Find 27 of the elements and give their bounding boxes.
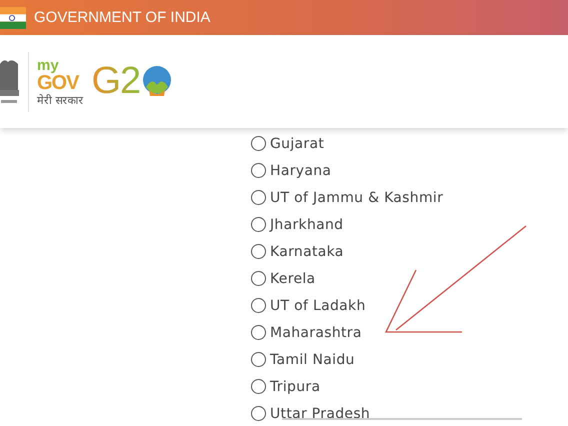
flag-icon bbox=[0, 6, 26, 28]
radio-button[interactable] bbox=[251, 163, 266, 178]
state-option[interactable]: UT of Ladakh bbox=[270, 298, 366, 314]
logo-text: GOV bbox=[37, 72, 80, 92]
state-option[interactable]: UT of Jammu & Kashmir bbox=[270, 190, 444, 206]
logo-tagline: मेरी सरकार bbox=[37, 94, 84, 106]
radio-button[interactable] bbox=[251, 352, 266, 367]
state-option[interactable]: Tamil Naidu bbox=[270, 352, 355, 368]
logo-text: my bbox=[37, 58, 59, 72]
radio-button[interactable] bbox=[251, 406, 266, 421]
state-option[interactable]: Karnataka bbox=[270, 244, 344, 260]
radio-button[interactable] bbox=[251, 325, 266, 340]
radio-button[interactable] bbox=[251, 271, 266, 286]
state-option[interactable]: Haryana bbox=[270, 162, 332, 178]
state-option[interactable]: Jharkhand bbox=[270, 216, 344, 232]
radio-button[interactable] bbox=[251, 190, 266, 205]
radio-button[interactable] bbox=[251, 217, 266, 232]
radio-button[interactable] bbox=[251, 379, 266, 394]
state-option[interactable]: Kerela bbox=[270, 270, 316, 286]
government-title: GOVERNMENT OF INDIA bbox=[34, 9, 210, 26]
state-option[interactable]: Tripura bbox=[270, 378, 320, 394]
state-option[interactable]: Uttar Pradesh bbox=[270, 406, 370, 422]
radio-button[interactable] bbox=[251, 244, 266, 259]
state-option[interactable]: Gujarat bbox=[270, 136, 324, 152]
state-option[interactable]: Maharashtra bbox=[270, 324, 362, 340]
radio-button[interactable] bbox=[251, 136, 266, 151]
radio-button[interactable] bbox=[251, 298, 266, 313]
